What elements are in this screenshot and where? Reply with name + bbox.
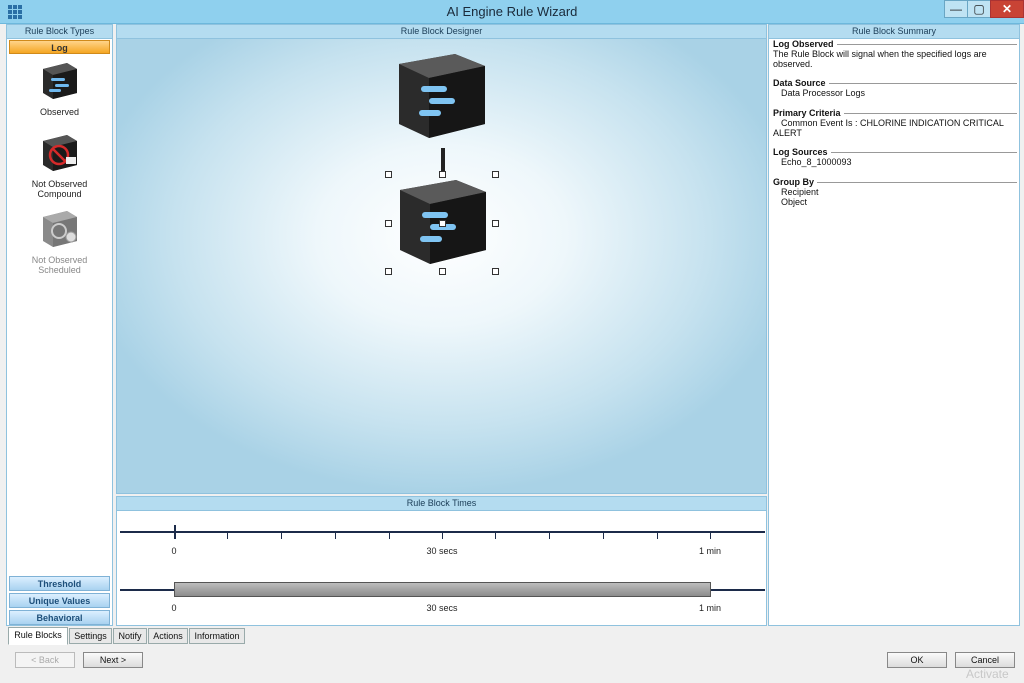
selection-handle[interactable] [385, 220, 392, 227]
selection-handle[interactable] [385, 268, 392, 275]
tab-actions[interactable]: Actions [148, 628, 188, 644]
cancel-button[interactable]: Cancel [955, 652, 1015, 668]
selection-handle[interactable] [492, 220, 499, 227]
summary-section-body: Echo_8_1000093 [781, 157, 852, 167]
summary-section-group-by: Group By Recipient Object [773, 177, 1017, 207]
not-observed-scheduled-icon [42, 211, 77, 247]
axis-label-1-min: 1 min [698, 546, 721, 556]
summary-section-title: Data Source [773, 78, 1017, 88]
summary-header: Rule Block Summary [769, 25, 1019, 39]
summary-section-body-line2: Object [781, 197, 808, 207]
axis-tick [442, 533, 443, 539]
back-button[interactable]: < Back [15, 652, 75, 668]
tab-notify[interactable]: Notify [113, 628, 147, 644]
summary-section-body-line2: ALERT [773, 128, 802, 138]
axis-tick [227, 533, 228, 539]
close-button[interactable]: ✕ [990, 0, 1024, 18]
designer-rule-block-1[interactable] [393, 50, 489, 142]
times-header: Rule Block Times [117, 497, 766, 511]
selection-handle[interactable] [385, 171, 392, 178]
maximize-icon: ▢ [973, 2, 985, 16]
axis-label-0: 0 [171, 546, 177, 556]
axis-tick [495, 533, 496, 539]
window-title: AI Engine Rule Wizard [446, 4, 578, 19]
category-threshold[interactable]: Threshold [9, 576, 110, 591]
activate-watermark: Activate [966, 667, 1009, 681]
range-label-30-secs: 30 secs [426, 603, 458, 613]
close-icon: ✕ [1001, 2, 1013, 16]
next-button[interactable]: Next > [83, 652, 143, 668]
axis-tick [710, 533, 711, 539]
minimize-icon: — [950, 2, 962, 16]
axis-label-30-secs: 30 secs [426, 546, 458, 556]
not-observed-compound-icon [42, 135, 77, 171]
axis-tick [335, 533, 336, 539]
designer-header: Rule Block Designer [117, 25, 766, 39]
ok-button[interactable]: OK [887, 652, 947, 668]
summary-section-title: Log Observed [773, 39, 1017, 49]
summary-section-log-observed: Log Observed The Rule Block will signal … [773, 39, 1017, 69]
summary-section-body-line1: Recipient [781, 187, 819, 197]
selection-handle[interactable] [439, 220, 446, 227]
axis-tick [549, 533, 550, 539]
summary-section-title: Log Sources [773, 147, 1017, 157]
maximize-button[interactable]: ▢ [967, 0, 991, 18]
time-range-bar[interactable] [174, 582, 711, 597]
summary-section-primary-criteria: Primary Criteria Common Event Is : CHLOR… [773, 108, 1017, 138]
rule-block-times-panel: Rule Block Times 0 30 secs 1 min 0 30 se… [116, 496, 767, 626]
selection-handle[interactable] [492, 171, 499, 178]
block-type-not-observed-scheduled[interactable]: Not Observed Scheduled [9, 209, 110, 275]
block-type-label-line1: Not Observed [31, 255, 88, 265]
summary-section-log-sources: Log Sources Echo_8_1000093 [773, 147, 1017, 167]
summary-section-body-line1: Common Event Is : CHLORINE INDICATION CR… [781, 118, 1004, 128]
block-type-label-line2: Scheduled [38, 265, 81, 275]
block-type-label-line2: Compound [37, 189, 82, 199]
block-type-label-line1: Not Observed [31, 179, 88, 189]
block-type-observed[interactable]: Observed [9, 61, 110, 117]
tab-information[interactable]: Information [189, 628, 245, 644]
tab-rule-blocks[interactable]: Rule Blocks [8, 627, 68, 645]
range-label-0: 0 [171, 603, 177, 613]
tab-settings[interactable]: Settings [69, 628, 112, 644]
range-label-1-min: 1 min [698, 603, 721, 613]
axis-tick [389, 533, 390, 539]
block-type-not-observed-compound[interactable]: Not Observed Compound [9, 133, 110, 199]
selection-handle[interactable] [492, 268, 499, 275]
minimize-button[interactable]: — [944, 0, 968, 18]
summary-section-title: Primary Criteria [773, 108, 1017, 118]
rule-block-types-header: Rule Block Types [7, 25, 112, 39]
block-type-label: Observed [39, 107, 80, 117]
axis-tick [281, 533, 282, 539]
category-behavioral[interactable]: Behavioral [9, 610, 110, 625]
category-log[interactable]: Log [9, 40, 110, 54]
selection-handle[interactable] [439, 171, 446, 178]
summary-section-data-source: Data Source Data Processor Logs [773, 78, 1017, 98]
summary-section-body: Data Processor Logs [781, 88, 866, 98]
selection-handle[interactable] [439, 268, 446, 275]
summary-section-title: Group By [773, 177, 1017, 187]
category-unique-values[interactable]: Unique Values [9, 593, 110, 608]
rule-block-summary-panel: Rule Block Summary Log Observed The Rule… [768, 24, 1020, 626]
rule-block-types-panel: Rule Block Types Log Observed Not Observ… [6, 24, 113, 626]
summary-section-body: The Rule Block will signal when the spec… [773, 49, 987, 69]
axis-tick [603, 533, 604, 539]
axis-tick [657, 533, 658, 539]
time-slider-handle[interactable] [174, 525, 176, 539]
observed-cube-icon [42, 63, 77, 99]
